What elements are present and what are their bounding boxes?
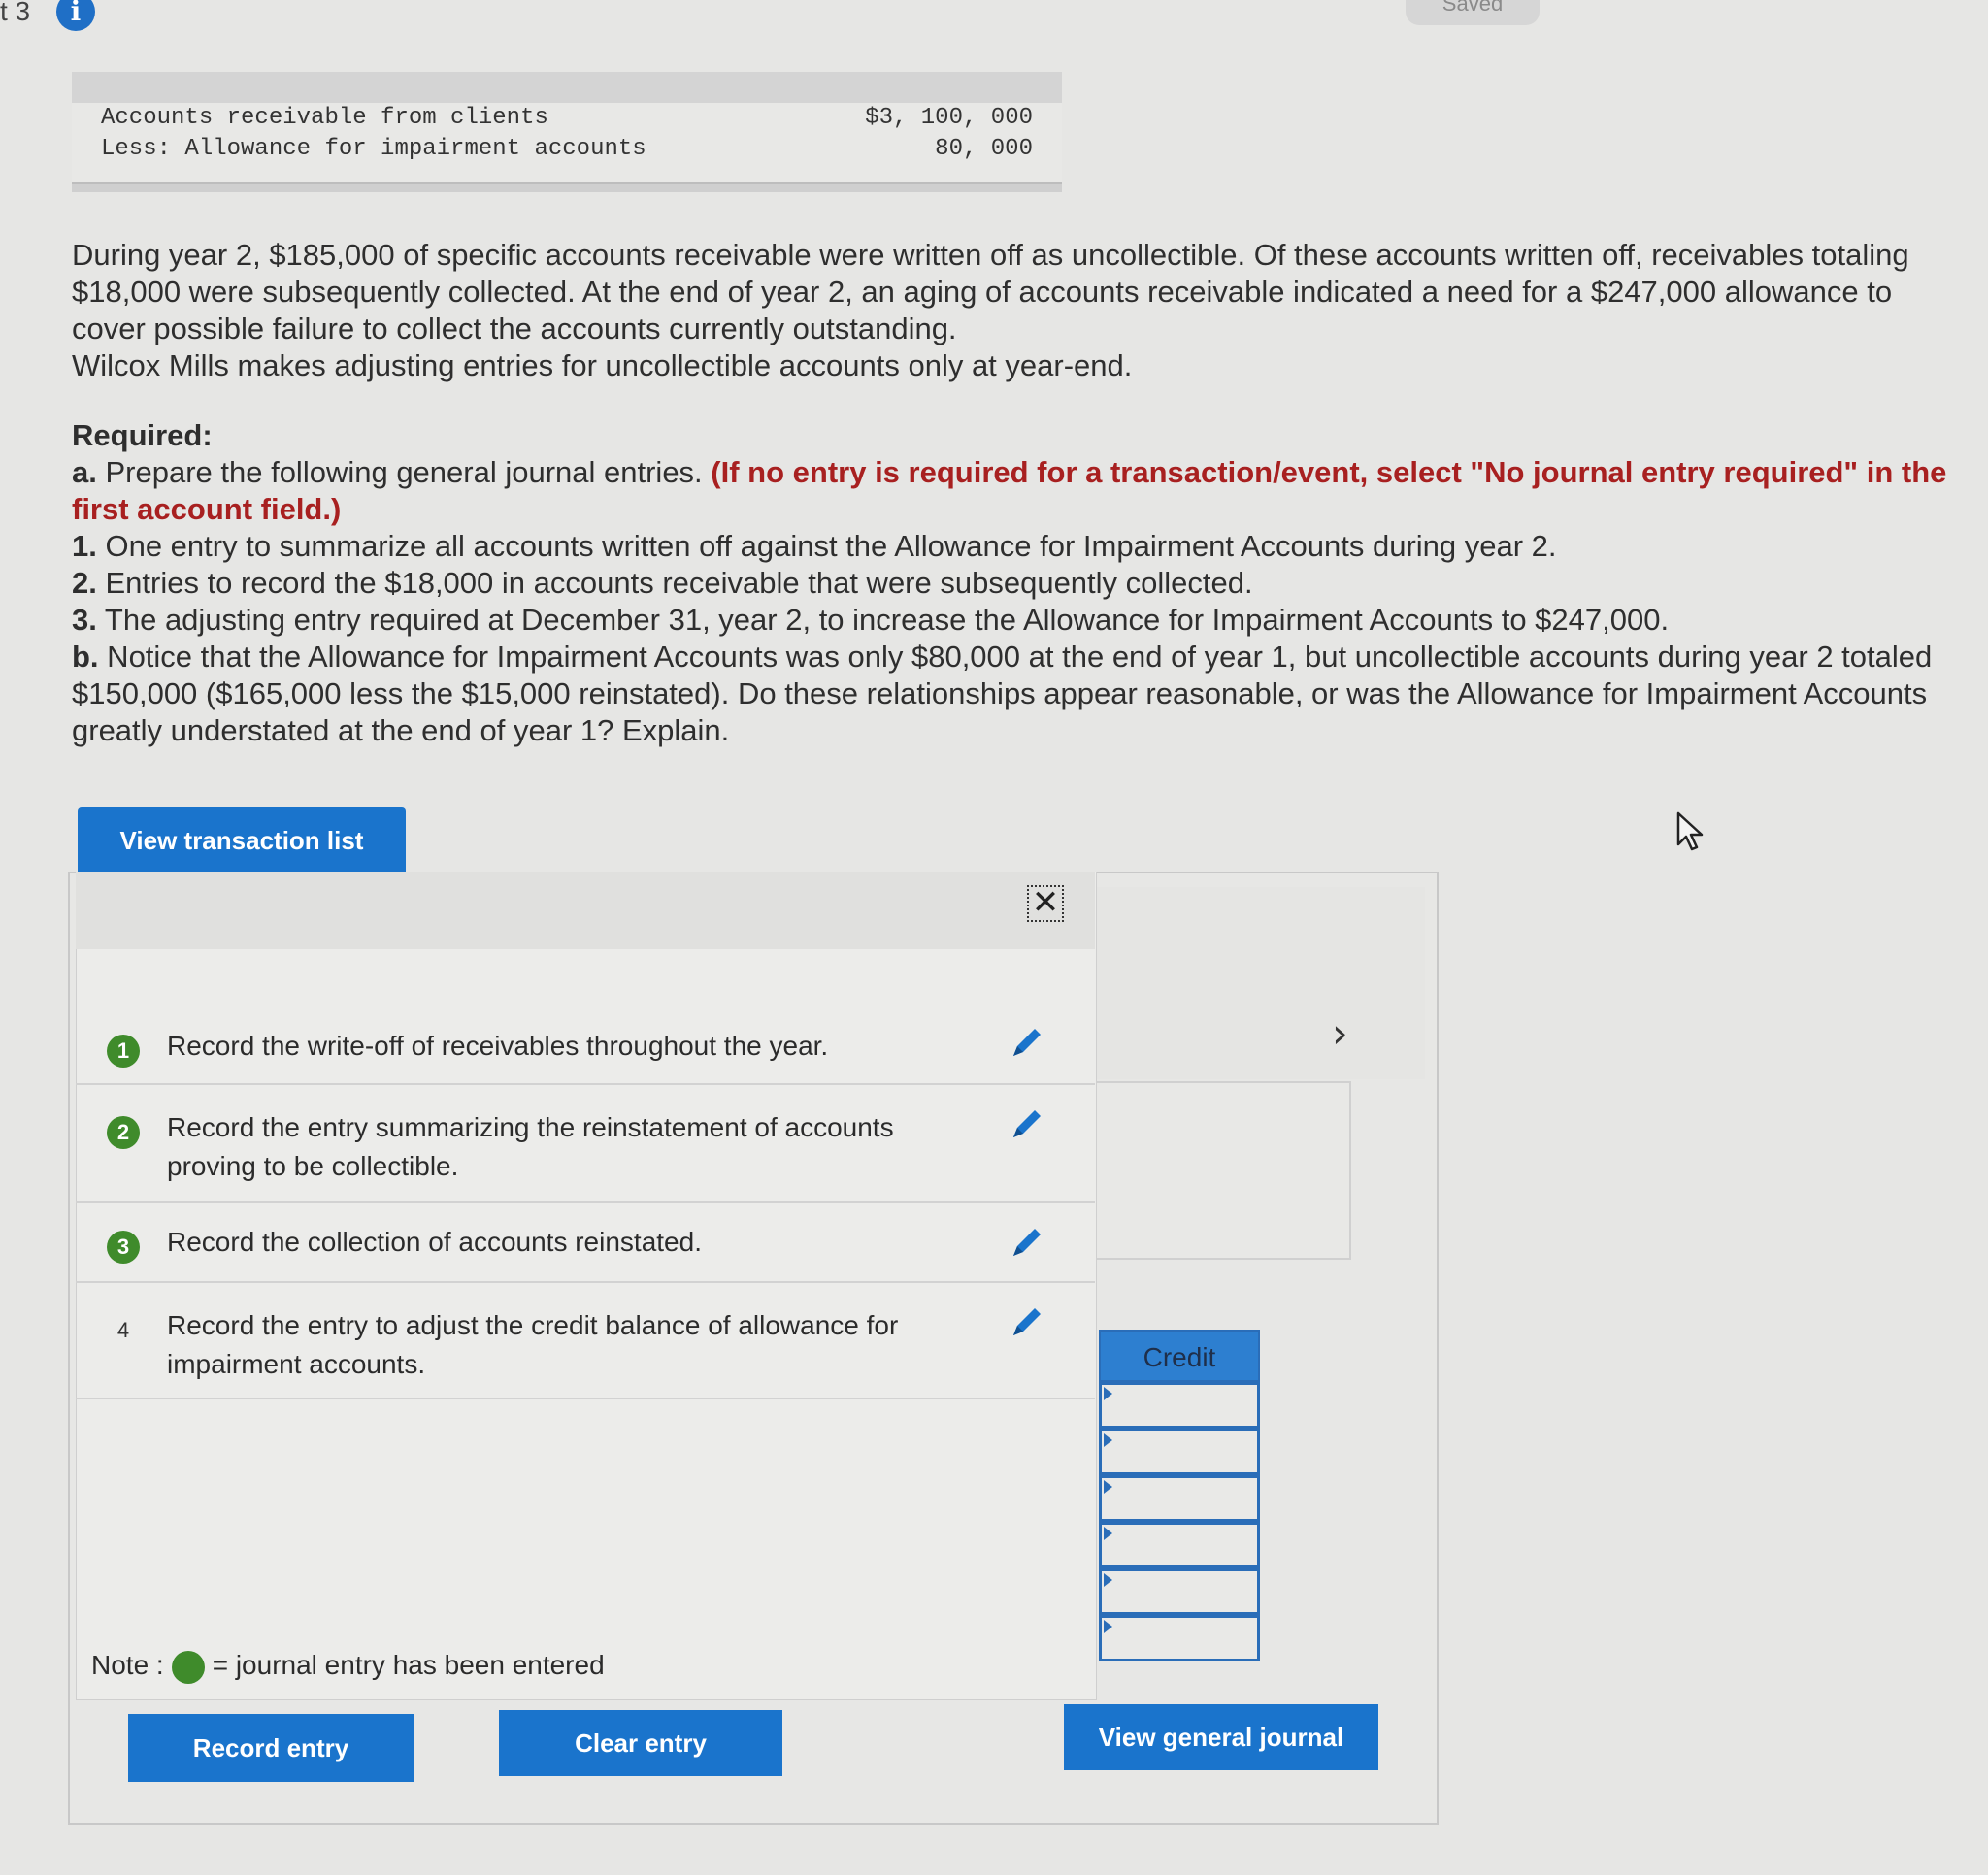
transaction-text: Record the entry to adjust the credit ba… [167, 1310, 899, 1379]
note-prefix: Note : [91, 1650, 164, 1680]
table-row: Accounts receivable from clients $3, 100… [101, 105, 1033, 131]
requirement-item: 3. The adjusting entry required at Decem… [72, 603, 1670, 637]
credit-input[interactable] [1099, 1568, 1260, 1615]
table-header-bar [72, 72, 1062, 103]
completed-badge: 1 [107, 1035, 140, 1068]
transaction-number: 4 [116, 1318, 130, 1342]
legend-note: Note : = journal entry has been entered [91, 1650, 605, 1684]
completed-badge: 3 [107, 1231, 140, 1264]
mouse-cursor-icon [1676, 811, 1704, 851]
close-icon[interactable]: ✕ [1027, 885, 1064, 922]
chevron-right-icon[interactable]: › [1332, 1009, 1348, 1057]
note-text: = journal entry has been entered [212, 1650, 605, 1680]
required-section: Required: a. Prepare the following gener… [72, 417, 1955, 749]
saved-status-badge: Saved [1406, 0, 1540, 25]
row-amount: $3, 100, 000 [865, 105, 1033, 131]
view-transaction-list-button[interactable]: View transaction list [78, 807, 406, 883]
credit-column-header: Credit [1099, 1330, 1260, 1382]
completed-badge: 2 [107, 1116, 140, 1149]
entry-subpanel [1095, 1081, 1351, 1260]
transaction-row[interactable]: 2 Record the entry summarizing the reins… [76, 1083, 1095, 1201]
transaction-row[interactable]: 3 Record the collection of accounts rein… [76, 1201, 1095, 1281]
credit-input[interactable] [1099, 1522, 1260, 1568]
table-row: Less: Allowance for impairment accounts … [101, 136, 1033, 162]
credit-input[interactable] [1099, 1429, 1260, 1475]
credit-input[interactable] [1099, 1475, 1260, 1522]
pencil-icon[interactable] [1008, 1023, 1046, 1062]
requirement-b: b. Notice that the Allowance for Impairm… [72, 640, 1933, 747]
popup-header [76, 872, 1095, 949]
table-footer-bar [72, 182, 1062, 192]
required-heading: Required: [72, 418, 213, 452]
part-label: t 3 [0, 0, 31, 26]
journal-entry-form-area [1095, 887, 1425, 1079]
problem-description: During year 2, $185,000 of specific acco… [72, 237, 1955, 384]
balance-statement-table: Accounts receivable from clients $3, 100… [72, 72, 1062, 192]
completed-dot-icon [171, 1650, 205, 1684]
requirement-a: a. Prepare the following general journal… [72, 455, 1947, 526]
credit-input[interactable] [1099, 1615, 1260, 1661]
view-general-journal-button[interactable]: View general journal [1064, 1704, 1378, 1770]
transaction-row[interactable]: 1 Record the write-off of receivables th… [76, 1009, 1095, 1083]
transaction-text: Record the entry summarizing the reinsta… [167, 1112, 894, 1181]
paragraph: Wilcox Mills makes adjusting entries for… [72, 348, 1133, 382]
row-label: Less: Allowance for impairment accounts [101, 136, 646, 162]
requirement-item: 2. Entries to record the $18,000 in acco… [72, 566, 1253, 600]
record-entry-button[interactable]: Record entry [128, 1714, 414, 1782]
pencil-icon[interactable] [1008, 1302, 1046, 1341]
credit-input[interactable] [1099, 1382, 1260, 1429]
row-amount: 80, 000 [935, 136, 1033, 162]
transaction-text: Record the collection of accounts reinst… [167, 1227, 702, 1257]
row-label: Accounts receivable from clients [101, 105, 548, 131]
info-icon[interactable]: i [56, 0, 95, 31]
pencil-icon[interactable] [1008, 1104, 1046, 1143]
transaction-text: Record the write-off of receivables thro… [167, 1031, 829, 1061]
paragraph: During year 2, $185,000 of specific acco… [72, 238, 1909, 345]
pencil-icon[interactable] [1008, 1223, 1046, 1262]
clear-entry-button[interactable]: Clear entry [499, 1710, 782, 1776]
requirement-item: 1. One entry to summarize all accounts w… [72, 529, 1557, 563]
transaction-row[interactable]: 4 Record the entry to adjust the credit … [76, 1281, 1095, 1399]
